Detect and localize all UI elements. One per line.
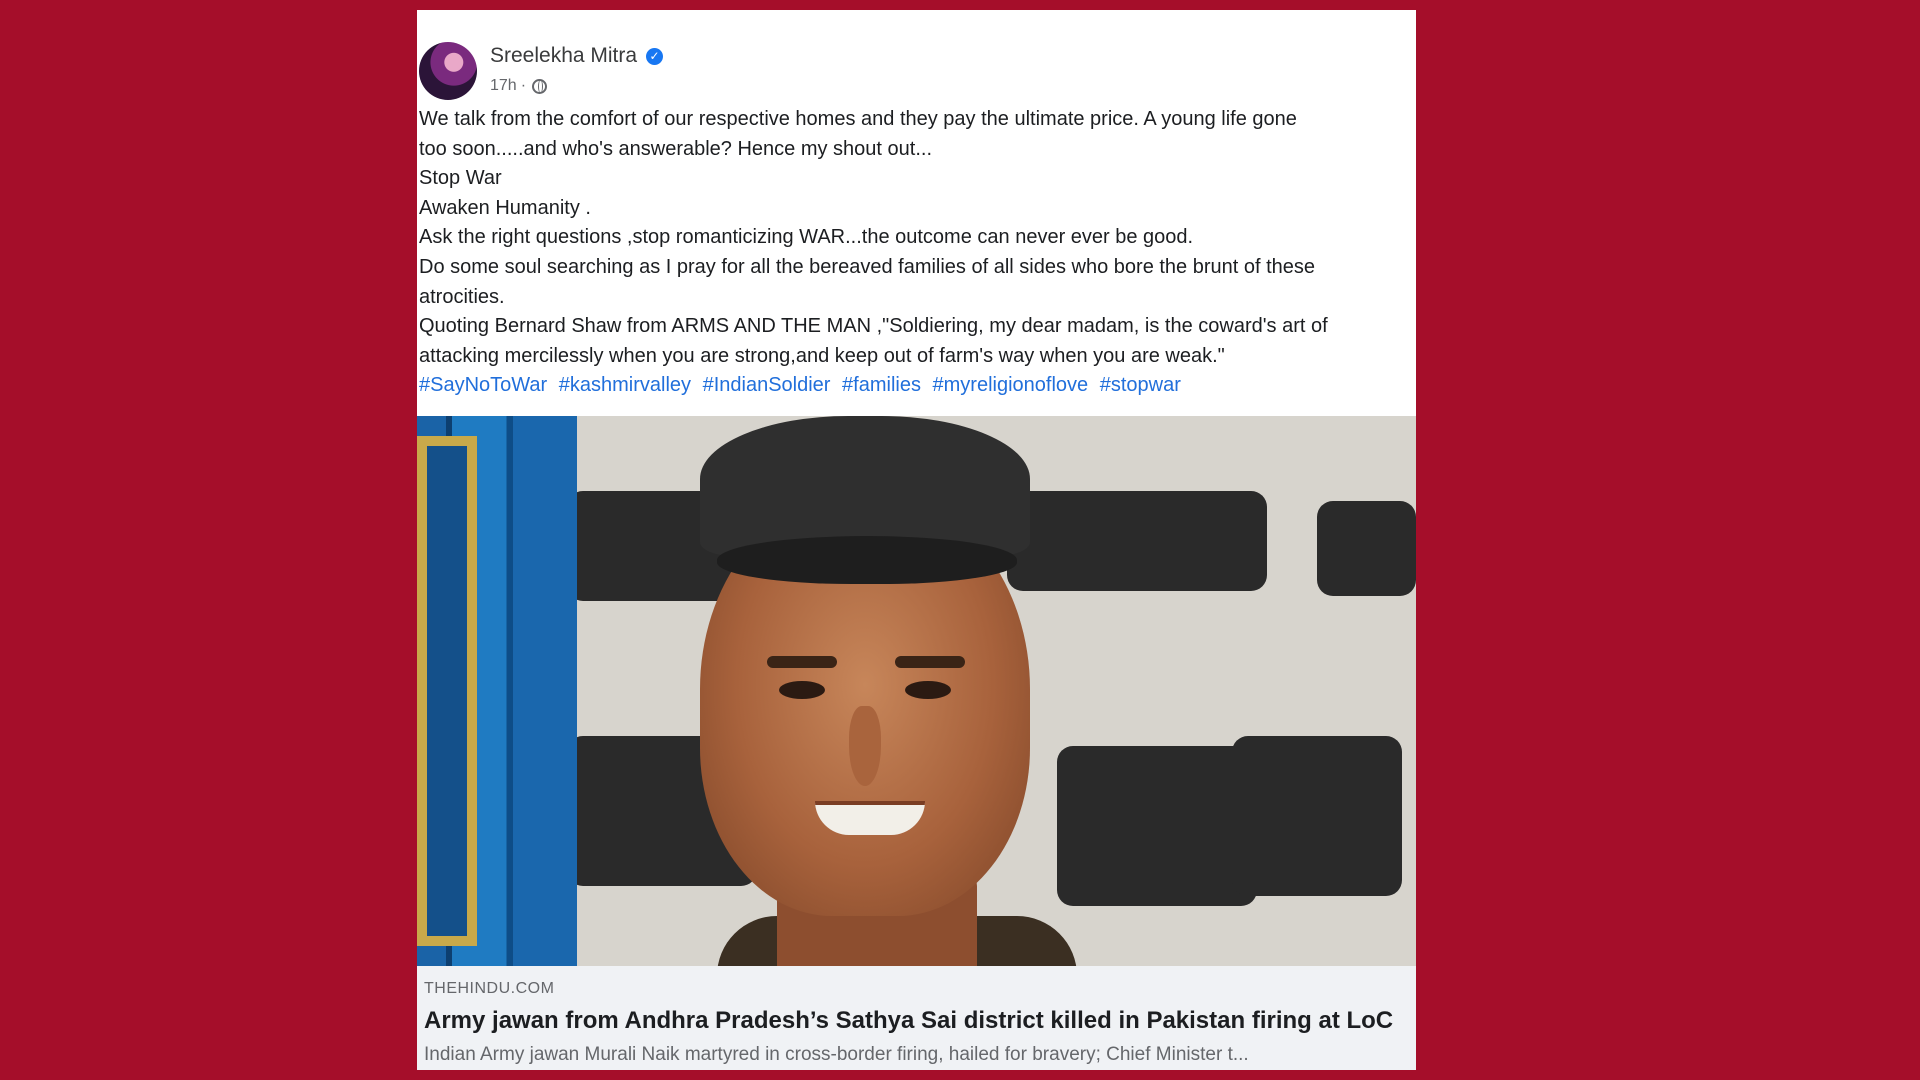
hashtag-row: #SayNoToWar #kashmirvalley #IndianSoldie…: [419, 371, 1414, 401]
verified-badge-icon: ✓: [646, 47, 664, 65]
wall-stripe: [1057, 746, 1257, 906]
smile: [815, 801, 925, 835]
post-text-line: too soon.....and who's answerable? Hence…: [419, 137, 933, 160]
link-title[interactable]: Army jawan from Andhra Pradesh’s Sathya …: [424, 1007, 1393, 1035]
left-eyebrow: [767, 656, 837, 668]
post-text-line: Quoting Bernard Shaw from ARMS AND THE M…: [419, 315, 1328, 338]
hashtag-link[interactable]: #SayNoToWar: [419, 374, 547, 396]
wall-stripe: [1317, 501, 1416, 596]
left-eye: [779, 681, 825, 699]
door-frame: [417, 436, 477, 946]
post-text-line: Ask the right questions ,stop romanticiz…: [419, 226, 1194, 249]
post-text-line: attacking mercilessly when you are stron…: [419, 344, 1225, 367]
nose: [849, 706, 881, 786]
hashtag-link[interactable]: #stopwar: [1100, 374, 1181, 396]
link-description: Indian Army jawan Murali Naik martyred i…: [424, 1044, 1249, 1065]
hashtag-link[interactable]: #IndianSoldier: [703, 374, 831, 396]
wall-stripe: [1007, 491, 1267, 591]
author-name[interactable]: Sreelekha Mitra: [490, 44, 637, 68]
link-preview-image[interactable]: [417, 416, 1416, 966]
author-avatar[interactable]: [419, 42, 477, 100]
post-text: We talk from the comfort of our respecti…: [419, 105, 1414, 401]
hashtag-link[interactable]: #myreligionoflove: [933, 374, 1089, 396]
link-preview-card[interactable]: THEHINDU.COM Army jawan from Andhra Prad…: [417, 966, 1416, 1070]
post-text-line: We talk from the comfort of our respecti…: [419, 108, 1297, 130]
post-text-line: atrocities.: [419, 285, 505, 308]
facebook-post: Sreelekha Mitra ✓ 17h · We talk from the…: [417, 10, 1416, 1070]
post-timestamp[interactable]: 17h: [490, 77, 517, 95]
meta-separator: ·: [520, 77, 527, 94]
wall-stripe: [1232, 736, 1402, 896]
post-header: Sreelekha Mitra ✓ 17h ·: [417, 30, 1416, 102]
post-text-line: Stop War: [419, 167, 502, 190]
hashtag-link[interactable]: #kashmirvalley: [559, 374, 691, 396]
soldier-cap: [700, 416, 1030, 556]
post-text-line: Awaken Humanity .: [419, 196, 591, 219]
globe-icon[interactable]: [532, 78, 548, 94]
author-line: Sreelekha Mitra ✓: [490, 44, 664, 68]
post-text-line: Do some soul searching as I pray for all…: [419, 255, 1316, 278]
cap-brim: [717, 536, 1017, 584]
post-meta: 17h ·: [490, 77, 548, 95]
hashtag-link[interactable]: #families: [842, 374, 921, 396]
right-eye: [905, 681, 951, 699]
right-eyebrow: [895, 656, 965, 668]
link-domain: THEHINDU.COM: [424, 980, 555, 997]
